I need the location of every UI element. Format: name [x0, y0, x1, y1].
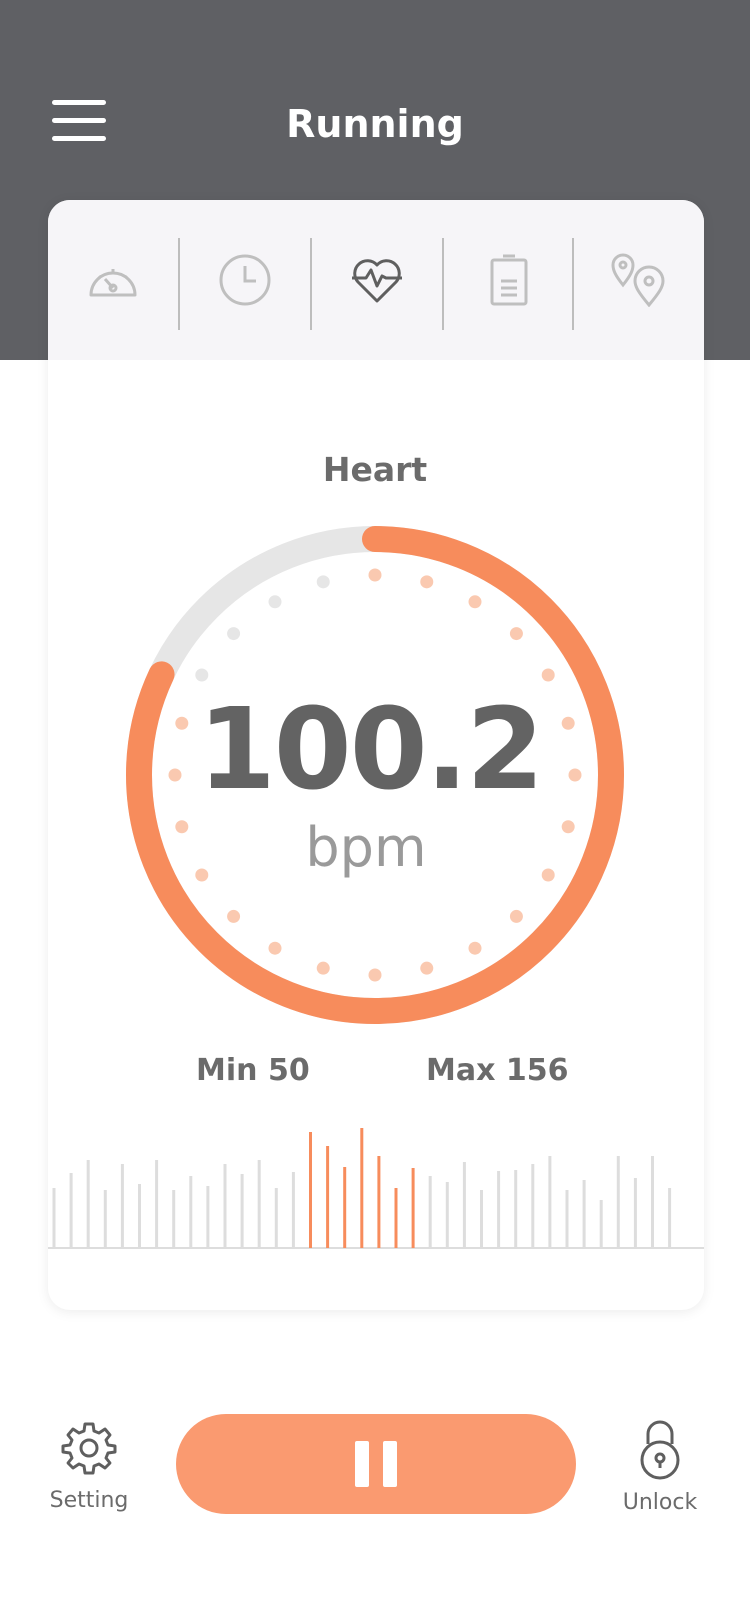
page-title: Running	[286, 102, 464, 146]
max-value: Max 156	[426, 1053, 569, 1088]
min-value: Min 50	[196, 1053, 310, 1088]
location-pins-icon	[611, 253, 665, 307]
speedometer-icon	[89, 269, 137, 297]
setting-label: Setting	[49, 1488, 129, 1513]
metric-label: Heart	[322, 450, 428, 489]
tab-time[interactable]	[180, 230, 310, 330]
pause-icon	[355, 1441, 369, 1487]
heart-rate-history-chart	[48, 1128, 704, 1249]
gauge-dot	[195, 668, 209, 682]
gauge-dot	[227, 627, 241, 641]
gauge-dot	[268, 941, 282, 955]
gauge-dot	[316, 961, 330, 975]
gauge-dot	[468, 595, 482, 609]
tab-heart[interactable]	[312, 230, 442, 330]
gauge-dot	[368, 968, 382, 982]
tab-battery[interactable]	[444, 230, 574, 330]
gauge-dot	[420, 575, 434, 589]
pause-button[interactable]	[176, 1414, 576, 1514]
gauge-dot	[468, 941, 482, 955]
gauge-dot	[509, 909, 523, 923]
gauge-dot	[227, 909, 241, 923]
setting-button[interactable]: Setting	[34, 1420, 144, 1513]
unlock-label: Unlock	[622, 1490, 698, 1515]
heart-pulse-icon	[352, 259, 402, 303]
metric-tab-bar	[48, 200, 704, 360]
gauge-dot	[316, 575, 330, 589]
unlock-button[interactable]: Unlock	[605, 1420, 715, 1515]
metric-unit: bpm	[305, 816, 427, 879]
pause-icon-bar	[383, 1441, 397, 1487]
gauge-dot	[368, 568, 382, 582]
gauge-dot	[268, 595, 282, 609]
metric-value: 100.2	[197, 685, 544, 815]
gauge-dot	[541, 668, 555, 682]
battery-icon	[490, 254, 528, 306]
gauge-dot	[420, 961, 434, 975]
gauge-dot	[509, 627, 523, 641]
lock-icon	[640, 1420, 680, 1480]
tab-route[interactable]	[574, 230, 704, 330]
gear-icon	[61, 1422, 117, 1475]
tab-speed[interactable]	[48, 230, 178, 330]
clock-icon	[219, 254, 271, 306]
